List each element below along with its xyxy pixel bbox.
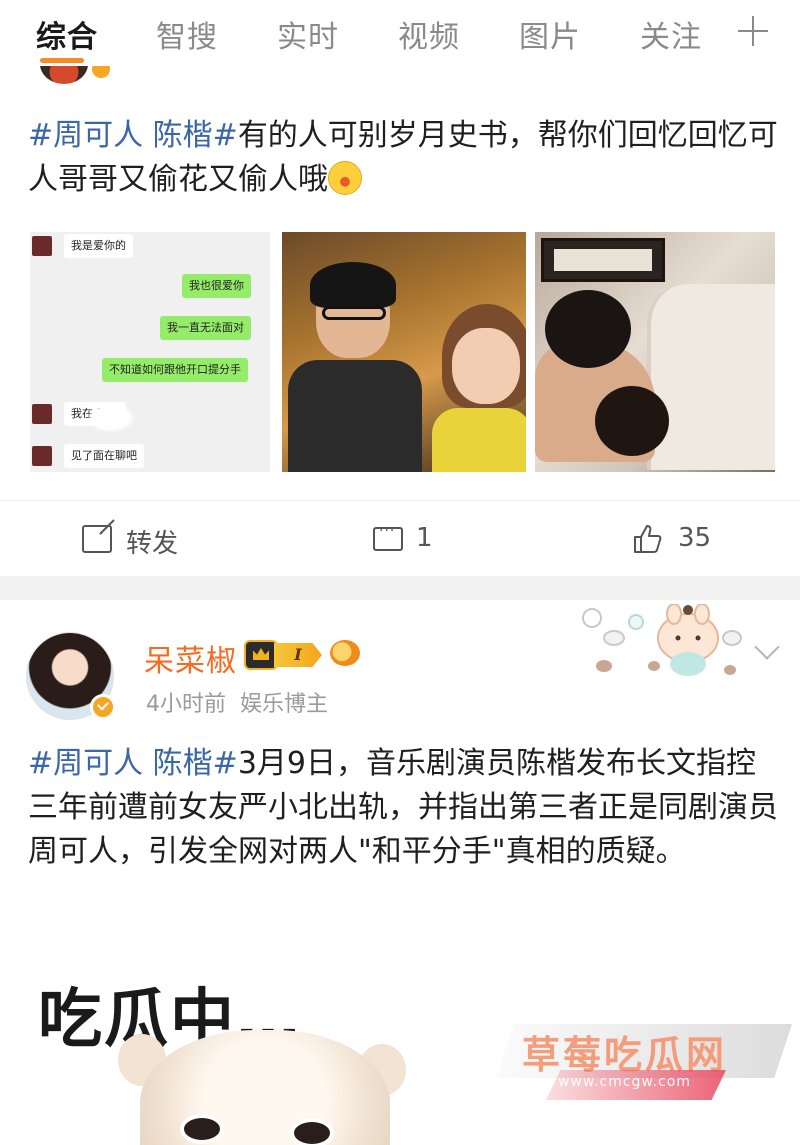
sticker-eye bbox=[290, 1118, 334, 1145]
post1-image-bedroom-photo[interactable] bbox=[535, 232, 775, 472]
plus-icon[interactable] bbox=[736, 14, 770, 48]
comment-count[interactable]: 1 bbox=[416, 523, 433, 553]
sticker-eye bbox=[180, 1114, 224, 1144]
share-button[interactable]: 转发 bbox=[126, 523, 178, 560]
post-time: 4小时前 bbox=[146, 692, 226, 717]
user-identity: 娱乐博主 bbox=[240, 692, 329, 717]
chat-message: 我是爱你的 bbox=[64, 234, 133, 258]
tab-smart-search[interactable]: 智搜 bbox=[156, 12, 218, 56]
tab-realtime[interactable]: 实时 bbox=[277, 12, 339, 56]
person-body bbox=[288, 360, 422, 472]
post-meta: 4小时前 娱乐博主 bbox=[146, 686, 328, 718]
person-head bbox=[595, 386, 669, 456]
top-tab-bar: 综合 智搜 实时 视频 图片 关注 bbox=[0, 0, 800, 66]
share-icon[interactable] bbox=[82, 525, 112, 553]
chat-message: 不知道如何跟他开口提分手 bbox=[102, 358, 248, 382]
level-badge[interactable]: I bbox=[244, 640, 324, 670]
post1-action-bar: 转发 1 35 bbox=[0, 500, 800, 576]
post2-text: #周可人 陈楷#3月9日，音乐剧演员陈楷发布长文指控三年前遭前女友严小北出轨，并… bbox=[28, 742, 778, 874]
post1-text: #周可人 陈楷#有的人可别岁月史书，帮你们回忆回忆可人哥哥又偷花又偷人哦 bbox=[28, 114, 778, 202]
blur-mosaic bbox=[88, 404, 134, 432]
chat-avatar bbox=[32, 446, 52, 466]
person-head bbox=[545, 290, 631, 368]
tab-video[interactable]: 视频 bbox=[398, 12, 460, 56]
crown-icon bbox=[244, 640, 278, 670]
chat-avatar bbox=[32, 236, 52, 256]
chat-message: 我也很爱你 bbox=[182, 274, 251, 298]
headboard bbox=[647, 284, 775, 470]
tab-images[interactable]: 图片 bbox=[519, 12, 581, 56]
level-tag: I bbox=[274, 643, 322, 667]
fish-icon bbox=[330, 640, 360, 666]
topic-link[interactable]: #周可人 陈楷# bbox=[28, 746, 238, 781]
card-decoration-bunny bbox=[582, 604, 742, 676]
post1-image-couple-photo[interactable] bbox=[282, 232, 526, 472]
comment-icon[interactable] bbox=[373, 523, 403, 551]
post1-image-chat-screenshot[interactable]: 我是爱你的 我也很爱你 我一直无法面对 不知道如何跟他开口提分手 我在 酒店 见… bbox=[30, 232, 270, 472]
surprised-emoji-icon bbox=[328, 161, 362, 195]
person-face bbox=[452, 328, 520, 404]
person-body bbox=[432, 408, 526, 472]
thumbs-up-icon[interactable] bbox=[632, 523, 664, 555]
active-tab-indicator bbox=[40, 58, 84, 63]
glasses bbox=[322, 306, 386, 320]
tab-following[interactable]: 关注 bbox=[640, 12, 702, 56]
like-count[interactable]: 35 bbox=[678, 523, 711, 553]
chevron-down-icon[interactable] bbox=[754, 634, 780, 660]
chat-avatar bbox=[32, 404, 52, 424]
frame-inner bbox=[554, 249, 652, 271]
topic-link[interactable]: #周可人 陈楷# bbox=[28, 118, 238, 153]
verified-badge-icon bbox=[90, 694, 116, 720]
tab-comprehensive[interactable]: 综合 bbox=[36, 12, 98, 56]
watermark-url: www.cmcgw.com bbox=[558, 1074, 691, 1090]
username[interactable]: 呆菜椒 bbox=[144, 636, 237, 680]
wall-frame bbox=[541, 238, 665, 282]
chat-message: 我一直无法面对 bbox=[160, 316, 251, 340]
watermark: 草莓吃瓜网 www.cmcgw.com bbox=[496, 1008, 792, 1108]
person-hair bbox=[310, 262, 396, 308]
feed-separator bbox=[0, 576, 800, 600]
chat-message: 见了面在聊吧 bbox=[64, 444, 144, 468]
